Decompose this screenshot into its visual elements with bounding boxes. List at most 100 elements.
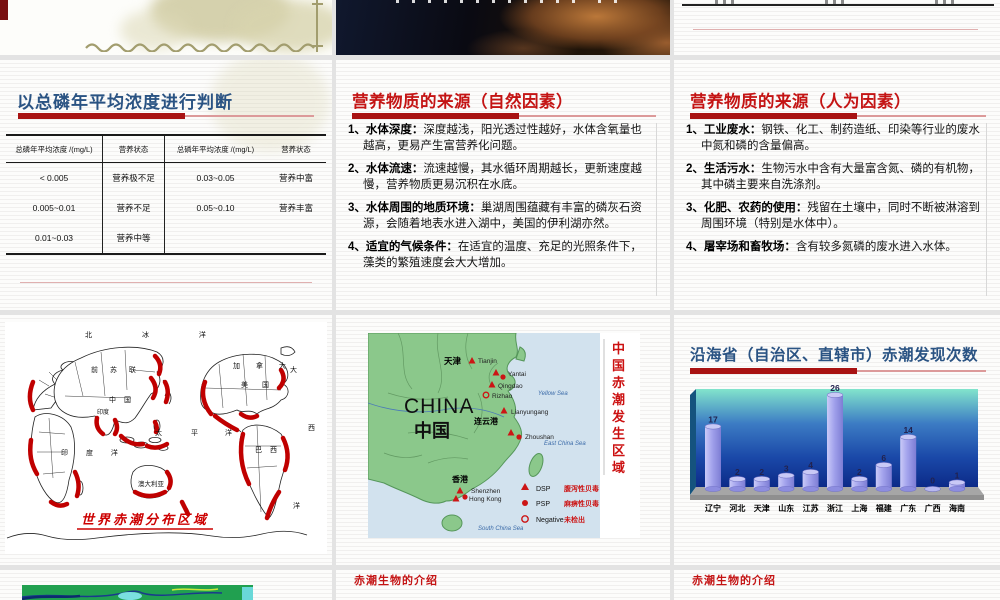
divider-line bbox=[20, 282, 312, 283]
city-label-lianyungang-cn: 连云港 bbox=[474, 416, 499, 426]
psp-marker bbox=[516, 434, 521, 439]
svg-text:2: 2 bbox=[735, 467, 740, 477]
cutoff-caption-fragment bbox=[396, 0, 576, 3]
svg-text:3: 3 bbox=[784, 464, 789, 474]
svg-text:辽宁: 辽宁 bbox=[705, 503, 721, 513]
svg-text:广东: 广东 bbox=[900, 503, 916, 513]
map-label-arctic: 北 冰 洋 bbox=[85, 330, 230, 339]
table-cell: 营养丰富 bbox=[266, 193, 326, 223]
svg-text:2: 2 bbox=[857, 467, 862, 477]
table-cell: 营养中等 bbox=[103, 223, 165, 253]
slide-world-redtide-map[interactable]: 北 冰 洋 前 苏 联 中 国 印度 澳大利亚 加 拿 大 美 国 巴 西 太 … bbox=[0, 315, 332, 565]
table-cell: 营养不足 bbox=[103, 193, 165, 223]
title-underline-thin bbox=[519, 115, 656, 117]
table-cell: 营养极不足 bbox=[103, 163, 165, 193]
sea-label-east: East China Sea bbox=[544, 441, 586, 447]
slide-thumb-green-map-partial[interactable] bbox=[0, 570, 332, 600]
table-cell: 营养中富 bbox=[266, 163, 326, 193]
world-map-title: 世界赤潮分布区域 bbox=[81, 512, 209, 527]
city-label-rizhao: Rizhao bbox=[492, 393, 513, 400]
slide-thumb-redtide-organisms[interactable]: 赤潮生物的介绍 bbox=[336, 570, 670, 600]
map-label-india: 印度 bbox=[97, 408, 109, 416]
map-label-usa: 美 国 bbox=[241, 380, 275, 389]
hainan-island bbox=[442, 515, 462, 531]
china-map: CHINA 中国 天津 Tianjin Yantai Qingdao Rizha… bbox=[368, 333, 640, 538]
slide-title: 沿海省（自治区、直辖市）赤潮发现次数 bbox=[690, 343, 978, 365]
svg-text:海南: 海南 bbox=[949, 503, 965, 513]
map-label-atlantic: 大 bbox=[290, 365, 297, 374]
slide-title: 以总磷年平均浓度进行判断 bbox=[17, 88, 233, 113]
table-bottom-border bbox=[682, 4, 994, 6]
svg-text:天津: 天津 bbox=[754, 503, 770, 513]
slide-title: 营养物质的来源（人为因素） bbox=[690, 88, 911, 112]
red-tide-photo bbox=[336, 0, 670, 55]
photo-corner-fragment bbox=[0, 0, 8, 20]
green-map-fragment bbox=[22, 585, 253, 600]
legend-label-cn: 未检出 bbox=[564, 515, 585, 524]
title-underline-accent bbox=[18, 113, 185, 119]
table-cell: 0.03~0.05 bbox=[165, 163, 266, 193]
table-cell bbox=[266, 223, 326, 253]
city-label-zhoushan: Zhoushan bbox=[525, 434, 554, 441]
table-header: 总磷年平均浓度 /(mg/L) bbox=[6, 136, 103, 163]
svg-text:14: 14 bbox=[903, 425, 913, 435]
svg-text:26: 26 bbox=[830, 385, 840, 393]
list-item: 1、工业废水：钢铁、化工、制药造纸、印染等行业的废水中氮和磷的含量偏高。 bbox=[686, 123, 980, 154]
table-cell: < 0.005 bbox=[6, 163, 103, 193]
city-label-lianyungang: Lianyungang bbox=[511, 409, 549, 416]
table-cell: 0.005~0.01 bbox=[6, 193, 103, 223]
slide-title: 赤潮生物的介绍 bbox=[692, 572, 776, 588]
chart-floor-edge bbox=[690, 495, 984, 500]
title-underline-accent bbox=[352, 113, 519, 119]
svg-text:17: 17 bbox=[708, 415, 718, 425]
slide-china-redtide-map[interactable]: CHINA 中国 天津 Tianjin Yantai Qingdao Rizha… bbox=[336, 315, 670, 565]
slide-thumb-title-partial[interactable] bbox=[0, 0, 332, 55]
city-label-hongkong-cn: 香港 bbox=[451, 474, 469, 484]
svg-text:山东: 山东 bbox=[778, 503, 794, 513]
map-label-canada: 加 拿 大 bbox=[233, 361, 293, 370]
map-label-pacific: 洋 bbox=[225, 428, 232, 437]
city-label-qingdao: Qingdao bbox=[498, 383, 523, 390]
redtide-bar-chart: 17辽宁2河北2天津3山东4江苏26浙江2上海6福建14广东0广西1海南 bbox=[686, 385, 984, 517]
map-label-atlantic: 西 bbox=[308, 424, 315, 432]
map-label-china-cn: 中国 bbox=[414, 420, 450, 441]
divider-line bbox=[693, 29, 978, 30]
city-label-yantai: Yantai bbox=[508, 371, 526, 378]
slide-phosphorus-criteria[interactable]: 以总磷年平均浓度进行判断 总磷年平均浓度 /(mg/L) 营养状态 总磷年平均浓… bbox=[0, 60, 332, 310]
list-item: 4、适宜的气候条件：在适宜的温度、充足的光照条件下，藻类的繁殖速度会大大增加。 bbox=[348, 240, 650, 271]
psp-marker bbox=[462, 494, 467, 499]
svg-text:福建: 福建 bbox=[875, 503, 893, 513]
svg-text:广西: 广西 bbox=[925, 503, 941, 513]
map-label-indian-ocean: 印 度 洋 bbox=[61, 448, 126, 457]
slide-nutrient-sources-natural[interactable]: 营养物质的来源（自然因素） 1、水体深度：深度越浅，阳光透过性越好，水体含氧量也… bbox=[336, 60, 670, 310]
svg-text:1: 1 bbox=[955, 471, 960, 481]
city-label-shenzhen: Shenzhen bbox=[471, 488, 501, 495]
wavy-line-decoration bbox=[84, 40, 324, 52]
legend-label-en: Negative bbox=[536, 517, 564, 524]
slide-thumb-redtide-organisms[interactable]: 赤潮生物的介绍 bbox=[674, 570, 1000, 600]
table-header: 营养状态 bbox=[266, 136, 326, 163]
svg-text:0: 0 bbox=[930, 476, 935, 486]
list-item: 3、化肥、农药的使用：残留在土壤中，同时不断被淋溶到周围环境（特别是水体中）。 bbox=[686, 201, 980, 232]
map-label-australia: 澳大利亚 bbox=[138, 479, 165, 488]
psp-marker bbox=[500, 374, 505, 379]
title-underline-accent bbox=[690, 113, 857, 119]
slide-redtide-bar-chart[interactable]: 沿海省（自治区、直辖市）赤潮发现次数 17辽宁2河北2天津3山东4江苏26浙江2… bbox=[674, 315, 1000, 565]
title-underline-thin bbox=[185, 115, 314, 117]
border-tick bbox=[312, 3, 323, 5]
slide-thumb-table-partial[interactable] bbox=[674, 0, 1000, 55]
chart-wall-side bbox=[690, 389, 696, 495]
list-item: 1、水体深度：深度越浅，阳光透过性越好，水体含氧量也越高，更易产生富营养化问题。 bbox=[348, 123, 650, 154]
city-label-tianjin-cn: 天津 bbox=[444, 356, 462, 366]
svg-text:浙江: 浙江 bbox=[827, 503, 843, 513]
svg-text:上海: 上海 bbox=[851, 503, 867, 513]
slide-thumb-photo-partial[interactable] bbox=[336, 0, 670, 55]
list-item: 3、水体周围的地质环境：巢湖周围蕴藏有丰富的磷灰石资源，会随着地表水进入湖中，美… bbox=[348, 201, 650, 232]
svg-text:河北: 河北 bbox=[729, 503, 745, 513]
map-label-atlantic: 洋 bbox=[293, 501, 300, 510]
slide-nutrient-sources-human[interactable]: 营养物质的来源（人为因素） 1、工业废水：钢铁、化工、制药造纸、印染等行业的废水… bbox=[674, 60, 1000, 310]
world-map: 北 冰 洋 前 苏 联 中 国 印度 澳大利亚 加 拿 大 美 国 巴 西 太 … bbox=[5, 322, 327, 554]
map-label-ussr: 前 苏 联 bbox=[91, 365, 141, 374]
city-label-hongkong: Hong Kong bbox=[469, 496, 502, 503]
title-underline-accent bbox=[690, 368, 857, 374]
